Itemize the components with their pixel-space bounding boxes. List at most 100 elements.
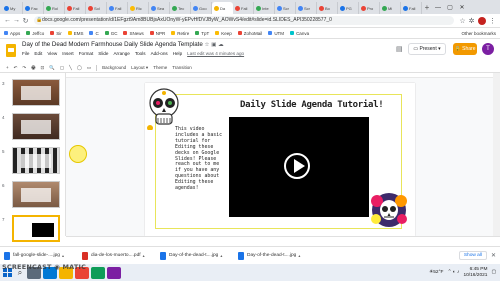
browser-tab[interactable]: Goo — [191, 2, 212, 14]
close-icon[interactable]: ✕ — [491, 252, 496, 259]
chevron-up-icon[interactable]: ▴ — [298, 253, 300, 258]
download-item[interactable]: fall-google-slide-....jpg ▴ — [4, 251, 74, 260]
minimize-icon[interactable]: — — [432, 2, 444, 14]
toolbar-item[interactable]: Theme — [153, 65, 167, 70]
browser-tab[interactable]: My — [2, 2, 23, 14]
bookmark-item[interactable]: Jeffco — [26, 31, 44, 36]
browser-tab[interactable]: Mi — [380, 2, 401, 14]
star-icon[interactable]: ☆ — [458, 17, 467, 25]
chevron-up-icon[interactable]: ▴ — [143, 253, 145, 258]
menu-slide[interactable]: Slide — [98, 51, 108, 56]
bookmark-item[interactable]: GC — [104, 31, 117, 36]
weather-widget[interactable]: ☀ 52°F — [429, 270, 444, 275]
chevron-up-icon[interactable]: ▴ — [62, 253, 64, 258]
toolbar-item[interactable]: ▭ — [87, 65, 91, 71]
new-tab-button[interactable]: + — [422, 2, 432, 14]
bookmark-item[interactable]: SNews — [123, 31, 144, 36]
toolbar-item[interactable]: ↷ — [22, 65, 26, 71]
browser-tab[interactable]: Fall — [65, 2, 86, 14]
forward-icon[interactable]: → — [12, 17, 21, 24]
comment-icon[interactable]: ▤ — [396, 45, 403, 53]
bookmark-item[interactable]: Keep — [215, 31, 232, 36]
extensions-icon[interactable]: ✲ — [467, 17, 476, 25]
bookmark-item[interactable]: Apps — [4, 31, 20, 36]
browser-tab[interactable]: Da — [212, 2, 233, 14]
menu-add-ons[interactable]: Add-ons — [151, 51, 168, 56]
browser-tab[interactable]: Fall — [107, 2, 128, 14]
menu-view[interactable]: View — [47, 51, 57, 56]
menu-file[interactable]: File — [22, 51, 29, 56]
slide-thumbnail[interactable] — [12, 215, 60, 242]
side-panel-scroll[interactable] — [493, 73, 500, 236]
toolbar-item[interactable]: Layout ▾ — [131, 65, 148, 71]
slide-thumbnail[interactable] — [12, 181, 60, 208]
tray-icons[interactable]: ⌃ ◐ ♪ — [447, 270, 459, 275]
toolbar-item[interactable]: 🖶 — [31, 64, 35, 72]
other-bookmarks[interactable]: Other bookmarks — [461, 31, 496, 36]
toolbar-item[interactable]: Background — [102, 65, 126, 70]
present-button[interactable]: ▭ Present ▾ — [408, 43, 446, 55]
slide-body-text[interactable]: This video includes a basic tutorial for… — [175, 126, 223, 192]
maximize-icon[interactable]: ▢ — [444, 2, 456, 14]
slide-filmstrip[interactable]: 3 4 5 6 7 — [0, 73, 66, 242]
bookmark-item[interactable]: TpT — [195, 31, 209, 36]
browser-tab[interactable]: Pro — [359, 2, 380, 14]
toolbar-item[interactable]: 🔍 — [49, 65, 55, 71]
share-button[interactable]: 🔒 Share — [453, 43, 477, 55]
browser-tab[interactable]: Rol — [44, 2, 65, 14]
last-edit-link[interactable]: Last edit was 4 minutes ago — [187, 51, 244, 56]
download-item[interactable]: Day-of-the-dead-t....jpg ▴ — [160, 251, 230, 260]
toolbar-item[interactable]: Transition — [172, 65, 192, 70]
back-icon[interactable]: ← — [3, 17, 12, 24]
menu-edit[interactable]: Edit — [34, 51, 42, 56]
toolbar-item[interactable]: ◯ — [77, 65, 82, 71]
slide-thumbnail[interactable] — [12, 113, 60, 140]
reload-icon[interactable]: ↻ — [21, 17, 30, 25]
browser-tab[interactable]: Scr — [275, 2, 296, 14]
browser-tab[interactable]: PG — [338, 2, 359, 14]
browser-tab[interactable]: Fac — [23, 2, 44, 14]
menu-insert[interactable]: Insert — [62, 51, 74, 56]
store-icon[interactable] — [91, 266, 105, 279]
move-folder-icon[interactable]: ▣ — [211, 42, 216, 48]
slides-logo-icon[interactable] — [6, 44, 16, 57]
menu-arrange[interactable]: Arrange — [113, 51, 129, 56]
star-icon[interactable]: ☆ — [205, 42, 210, 48]
slide-thumbnail[interactable] — [12, 79, 60, 106]
browser-tab[interactable]: Bo — [317, 2, 338, 14]
menu-tools[interactable]: Tools — [135, 51, 146, 56]
bookmark-item[interactable]: Retire — [171, 31, 189, 36]
toolbar-item[interactable]: ╲ — [69, 65, 72, 71]
speaker-notes[interactable] — [66, 236, 500, 246]
close-window-icon[interactable]: ✕ — [456, 2, 468, 14]
show-all-button[interactable]: Show all — [458, 251, 487, 260]
browser-tab[interactable]: Sol — [86, 2, 107, 14]
menu-format[interactable]: Format — [79, 51, 94, 56]
browser-tab[interactable]: Tec — [170, 2, 191, 14]
bookmark-item[interactable]: EMS — [67, 31, 83, 36]
toolbar-item[interactable]: ▢ — [60, 65, 64, 71]
slide-thumbnail[interactable] — [12, 147, 60, 174]
app-icon[interactable] — [107, 266, 121, 279]
bookmark-item[interactable]: Canva — [290, 31, 309, 36]
account-avatar[interactable]: T — [482, 43, 494, 55]
bookmark-item[interactable]: NPR — [149, 31, 165, 36]
document-title[interactable]: Day of the Dead Modern Farmhouse Daily S… — [22, 41, 203, 48]
url-input[interactable]: 🔒 docs.google.com/presentation/d/1EFgzt9A… — [34, 16, 454, 25]
chevron-up-icon[interactable]: ▴ — [220, 253, 222, 258]
chevron-down-icon[interactable]: ▾ — [438, 46, 441, 52]
browser-tab[interactable]: Fall — [233, 2, 254, 14]
menu-help[interactable]: Help — [173, 51, 182, 56]
bookmark-item[interactable]: ZohoMail — [237, 31, 262, 36]
browser-tab[interactable]: Fall — [401, 2, 422, 14]
bookmark-item[interactable]: C — [89, 31, 99, 36]
clock[interactable]: 6:45 PM 10/16/2021 — [463, 267, 487, 278]
toolbar-item[interactable]: + — [6, 65, 9, 70]
profile-avatar[interactable] — [478, 16, 486, 25]
toolbar-item[interactable]: ⊡ — [40, 65, 44, 71]
browser-tab[interactable]: Sea — [149, 2, 170, 14]
kebab-menu-icon[interactable]: ⋮ — [488, 17, 497, 25]
download-item[interactable]: Day-of-the-dead-t....jpg ▴ — [238, 251, 308, 260]
browser-tab[interactable]: Ric — [128, 2, 149, 14]
browser-tab[interactable]: Inte — [254, 2, 275, 14]
